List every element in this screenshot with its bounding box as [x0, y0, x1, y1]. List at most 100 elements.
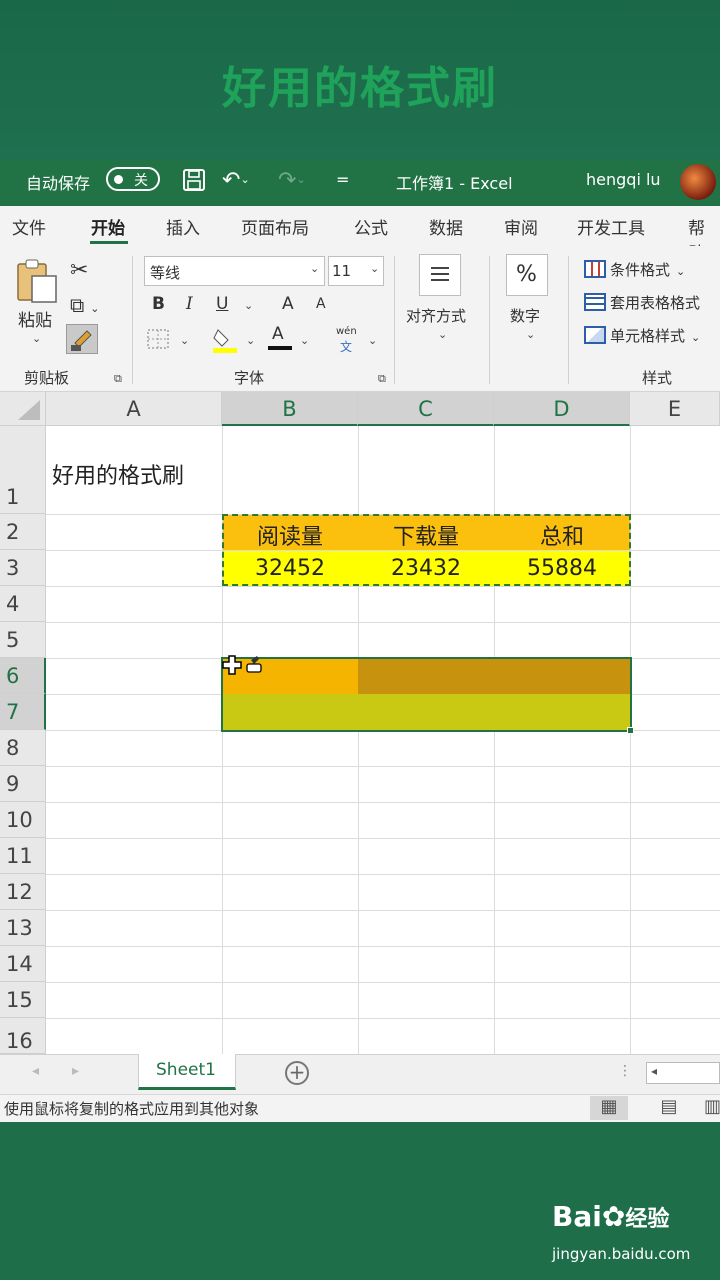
status-message: 使用鼠标将复制的格式应用到其他对象: [4, 1100, 260, 1118]
next-sheet-icon[interactable]: ▸: [72, 1063, 79, 1079]
toggle-knob: [114, 175, 123, 184]
column-header-a[interactable]: A: [46, 392, 222, 426]
redo-icon[interactable]: ↷⌄: [278, 168, 306, 193]
prev-sheet-icon[interactable]: ◂: [32, 1063, 39, 1079]
conditional-format-button[interactable]: 条件格式 ⌄: [584, 259, 685, 280]
font-launcher-icon[interactable]: ⧉: [378, 372, 386, 386]
row-header-8[interactable]: 8: [0, 730, 46, 766]
number-label[interactable]: 数字: [510, 305, 540, 326]
conditional-format-icon: [584, 260, 606, 278]
row-header-7[interactable]: 7: [0, 694, 46, 730]
undo-icon[interactable]: ↶⌄: [222, 168, 250, 193]
format-as-table-button[interactable]: 套用表格格式: [584, 292, 700, 313]
font-name-chevron-icon: ⌄: [310, 262, 320, 275]
customize-quick-access-icon[interactable]: =: [336, 168, 349, 192]
cell-styles-label: 单元格样式: [610, 327, 686, 345]
separator: [489, 256, 490, 384]
column-header-c[interactable]: C: [358, 392, 494, 426]
scroll-left-icon[interactable]: ◂: [651, 1064, 657, 1078]
add-sheet-icon[interactable]: +: [285, 1061, 309, 1085]
row-header-6[interactable]: 6: [0, 658, 46, 694]
row-header-4[interactable]: 4: [0, 586, 46, 622]
alignment-label[interactable]: 对齐方式: [406, 305, 466, 326]
row-header-10[interactable]: 10: [0, 802, 46, 838]
tab-split-handle-icon[interactable]: ⋮: [618, 1063, 632, 1079]
row-header-9[interactable]: 9: [0, 766, 46, 802]
clipboard-launcher-icon[interactable]: ⧉: [114, 372, 122, 386]
banner-title: 好用的格式刷: [222, 63, 498, 114]
paste-icon[interactable]: [16, 258, 60, 310]
format-painter-icon[interactable]: [66, 324, 98, 354]
bold-button[interactable]: B: [152, 294, 165, 314]
user-avatar[interactable]: [680, 164, 716, 200]
phonetic-button[interactable]: wén: [336, 326, 357, 337]
borders-chevron-icon[interactable]: ⌄: [180, 334, 189, 347]
row-header-13[interactable]: 13: [0, 910, 46, 946]
cell-styles-button[interactable]: 单元格样式 ⌄: [584, 325, 700, 346]
grow-font-button[interactable]: A: [282, 294, 294, 314]
font-color-chevron-icon[interactable]: ⌄: [300, 334, 309, 347]
phonetic-sub: 文: [340, 340, 353, 354]
tab-home[interactable]: 开始: [91, 214, 125, 239]
format-painter-cursor-icon: [221, 654, 265, 682]
copy-marquee: [222, 514, 631, 586]
fill-color-chevron-icon[interactable]: ⌄: [246, 334, 255, 347]
format-as-table-label: 套用表格格式: [610, 294, 701, 312]
font-color-button[interactable]: A: [272, 324, 284, 344]
cell-styles-icon: [584, 326, 606, 344]
copy-icon[interactable]: ⧉ ⌄: [70, 293, 100, 317]
shrink-font-button[interactable]: A: [316, 296, 326, 312]
font-name-value: 等线: [150, 264, 181, 282]
sheet-tabs-bar: [0, 1054, 720, 1094]
underline-chevron-icon[interactable]: ⌄: [244, 299, 253, 312]
column-header-e[interactable]: E: [630, 392, 720, 426]
row-header-14[interactable]: 14: [0, 946, 46, 982]
tab-file[interactable]: 文件: [12, 214, 46, 239]
tab-review[interactable]: 审阅: [504, 214, 538, 239]
number-chevron-icon[interactable]: ⌄: [526, 328, 535, 341]
tab-developer[interactable]: 开发工具: [577, 214, 645, 239]
gridline: [46, 838, 720, 839]
gridline: [46, 1018, 720, 1019]
underline-button[interactable]: U: [216, 294, 228, 314]
watermark-brand-cn: 经验: [625, 1207, 670, 1232]
alignment-chevron-icon[interactable]: ⌄: [438, 328, 447, 341]
row-header-5[interactable]: 5: [0, 622, 46, 658]
row-header-12[interactable]: 12: [0, 874, 46, 910]
page-break-view-icon[interactable]: ▥: [704, 1096, 720, 1120]
tab-insert[interactable]: 插入: [166, 214, 200, 239]
autosave-toggle[interactable]: 关: [106, 167, 160, 191]
phonetic-chevron-icon[interactable]: ⌄: [368, 334, 377, 347]
row-header-11[interactable]: 11: [0, 838, 46, 874]
paste-label[interactable]: 粘贴: [18, 306, 52, 331]
save-icon[interactable]: [182, 168, 206, 198]
row-header-1[interactable]: 1: [0, 426, 46, 514]
horizontal-scrollbar[interactable]: ◂: [646, 1062, 720, 1084]
alignment-icon[interactable]: [419, 254, 461, 296]
cut-icon[interactable]: ✂: [70, 258, 88, 283]
separator: [394, 256, 395, 384]
cell-a1[interactable]: 好用的格式刷: [52, 458, 184, 490]
italic-button[interactable]: I: [186, 294, 193, 314]
row-header-3[interactable]: 3: [0, 550, 46, 586]
user-name[interactable]: hengqi lu: [586, 170, 661, 189]
column-header-b[interactable]: B: [222, 392, 358, 426]
normal-view-icon[interactable]: ▦: [590, 1096, 628, 1120]
column-header-d[interactable]: D: [494, 392, 630, 426]
row-header-15[interactable]: 15: [0, 982, 46, 1018]
video-banner: 好用的格式刷: [0, 0, 720, 160]
page-layout-view-icon[interactable]: ▤: [650, 1096, 688, 1120]
tab-formulas[interactable]: 公式: [354, 214, 388, 239]
fill-color-icon[interactable]: [212, 326, 238, 358]
tab-page-layout[interactable]: 页面布局: [241, 214, 309, 239]
row-header-2[interactable]: 2: [0, 514, 46, 550]
conditional-format-label: 条件格式: [610, 261, 671, 279]
separator: [132, 256, 133, 384]
select-all-triangle-icon: [18, 400, 40, 420]
fill-handle[interactable]: [627, 727, 634, 734]
paste-dropdown-icon[interactable]: ⌄: [32, 332, 41, 345]
chevron-down-icon: ⌄: [676, 265, 686, 278]
row-header-16[interactable]: 16: [0, 1018, 46, 1054]
tab-data[interactable]: 数据: [429, 214, 463, 239]
borders-icon[interactable]: [146, 328, 170, 354]
